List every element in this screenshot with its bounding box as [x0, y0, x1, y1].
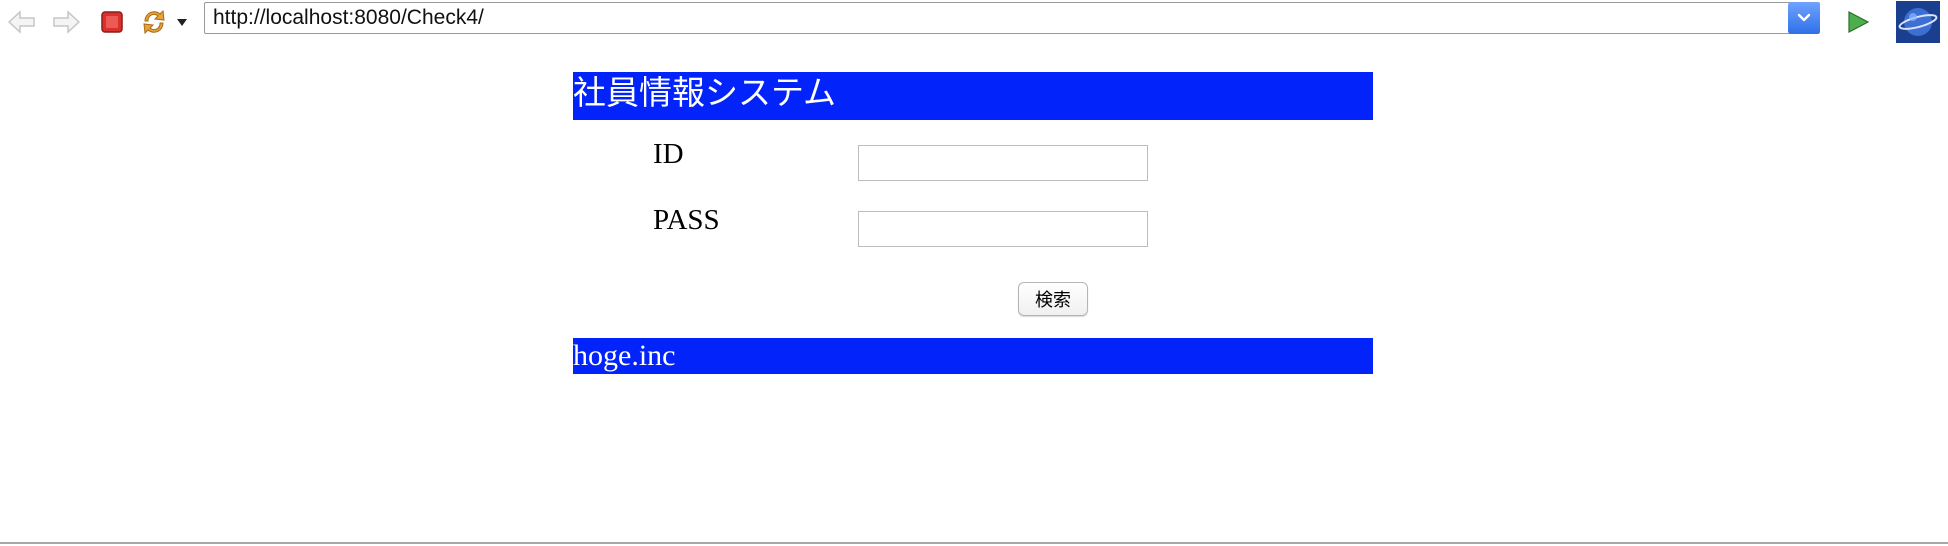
- globe-icon: [1896, 1, 1940, 43]
- footer-company: hoge.inc: [573, 339, 676, 372]
- back-button[interactable]: [6, 6, 38, 38]
- browser-toolbar: [0, 0, 1948, 44]
- url-input[interactable]: [213, 3, 1763, 33]
- search-button[interactable]: 検索: [1018, 282, 1088, 316]
- stop-icon: [101, 11, 123, 33]
- url-history-dropdown[interactable]: [1788, 2, 1820, 34]
- id-label: ID: [653, 138, 684, 170]
- pass-input[interactable]: [858, 211, 1148, 247]
- forward-button[interactable]: [50, 6, 82, 38]
- browser-logo: [1896, 1, 1940, 43]
- page-footer: hoge.inc: [573, 338, 1373, 374]
- address-bar[interactable]: [204, 2, 1820, 34]
- refresh-menu-button[interactable]: [172, 6, 192, 38]
- refresh-icon: [143, 9, 165, 35]
- page-title: 社員情報システム: [573, 76, 837, 112]
- arrow-right-icon: [53, 10, 81, 34]
- id-input[interactable]: [858, 145, 1148, 181]
- arrow-left-icon: [7, 10, 35, 34]
- window-bottom-border: [0, 542, 1948, 544]
- go-button[interactable]: [1842, 6, 1874, 38]
- page-header: 社員情報システム: [573, 72, 1373, 120]
- chevron-down-icon: [177, 19, 187, 26]
- play-icon: [1848, 11, 1870, 33]
- refresh-button[interactable]: [138, 6, 170, 38]
- stop-button[interactable]: [96, 6, 128, 38]
- pass-label: PASS: [653, 204, 720, 236]
- chevron-down-icon: [1797, 13, 1811, 22]
